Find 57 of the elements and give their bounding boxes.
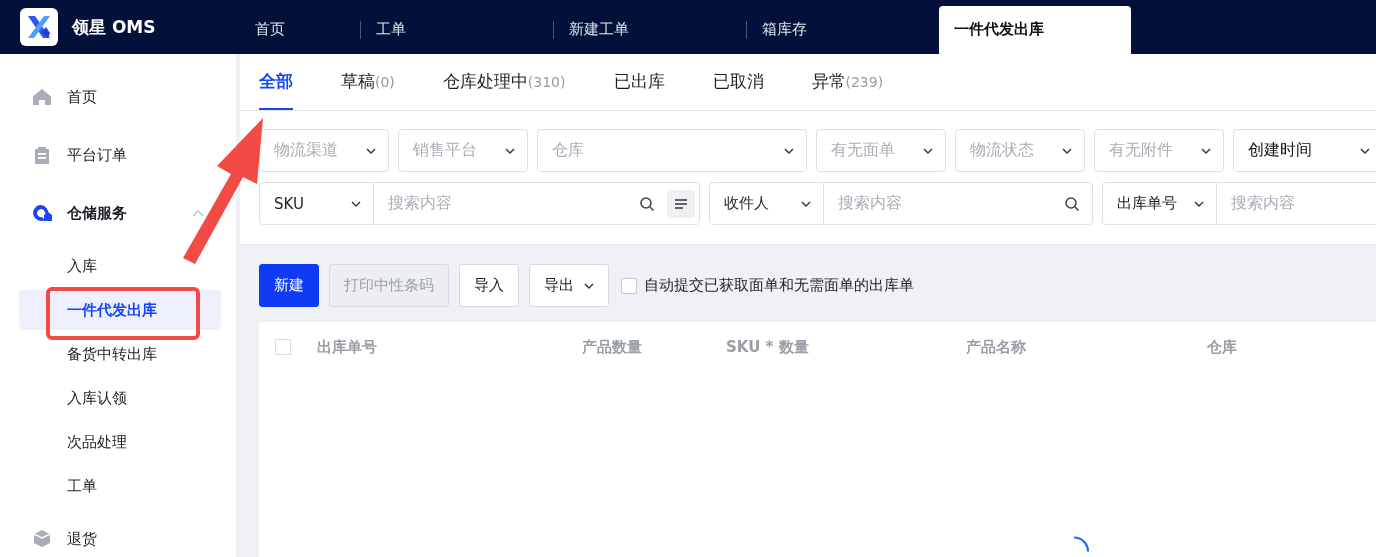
caret-icon [584,282,594,289]
caret-icon [923,147,933,154]
header-checkbox[interactable] [275,339,291,355]
nav-item[interactable]: 入库 [19,246,221,286]
nav-item[interactable]: 退货 [0,510,105,557]
nav-item[interactable]: 入库认领 [19,378,221,418]
status-tab[interactable]: 已取消 [712,54,764,110]
filter-select[interactable]: 创建时间 [1233,129,1376,172]
nav-item[interactable]: 次品处理 [19,422,221,462]
nav-item[interactable]: 一件代发出库 [19,290,221,330]
column-header: 产品名称 [966,338,1026,357]
search-icon[interactable] [639,195,655,212]
logo-icon [20,8,58,46]
nav-item[interactable]: 工单 [19,466,221,506]
field-select[interactable]: SKU [260,183,374,224]
search-icon[interactable] [1064,195,1080,212]
status-tab[interactable]: 异常(239) [811,54,884,110]
list-icon[interactable] [667,189,695,218]
caret-icon [1062,147,1072,154]
column-header: SKU * 数量 [726,338,809,357]
app-title: 领星 OMS [72,15,156,39]
checkbox[interactable] [621,277,637,294]
action-button[interactable]: 导入 [459,264,519,307]
caret-icon [351,200,361,207]
nav-item[interactable]: 平台订单 [0,126,135,184]
field-select[interactable]: 出库单号 [1103,183,1217,224]
nav-item[interactable]: 备货中转出库 [19,334,221,374]
caret-icon [1201,147,1211,154]
page-tab[interactable]: 工单 [361,6,553,54]
checkbox-label: 自动提交已获取面单和无需面单的出库单 [644,276,914,295]
action-button[interactable]: 导出 [529,264,609,307]
box-icon [32,529,52,549]
field-select[interactable]: 收件人 [710,183,824,224]
caret-icon [801,200,811,207]
page-tab[interactable]: 新建工单 [554,6,746,54]
home-icon [32,87,52,107]
page-tab[interactable]: 首页 [240,6,360,54]
page-tab[interactable]: 箱库存 [747,6,939,54]
caret-icon [505,147,515,154]
column-header: 出库单号 [317,338,377,357]
page-tab[interactable]: 一件代发出库 [939,6,1131,54]
clipboard-icon [32,145,52,165]
column-header: 仓库 [1207,338,1237,357]
action-button[interactable]: 新建 [259,264,319,307]
warehouse-icon [32,203,52,223]
nav-item[interactable]: 首页 [0,68,105,126]
status-tab[interactable]: 全部 [259,54,293,110]
caret-icon [784,147,794,154]
column-header: 产品数量 [582,338,642,357]
spinner-icon [1073,536,1089,552]
status-tab[interactable]: 草稿(0) [341,54,395,110]
caret-icon [1194,200,1204,207]
status-tab[interactable]: 已出库 [613,54,665,110]
caret-icon [366,147,376,154]
status-tab[interactable]: 仓库处理中(310) [442,54,566,110]
nav-item[interactable]: 仓储服务 [0,184,236,242]
caret-icon [1360,147,1370,154]
